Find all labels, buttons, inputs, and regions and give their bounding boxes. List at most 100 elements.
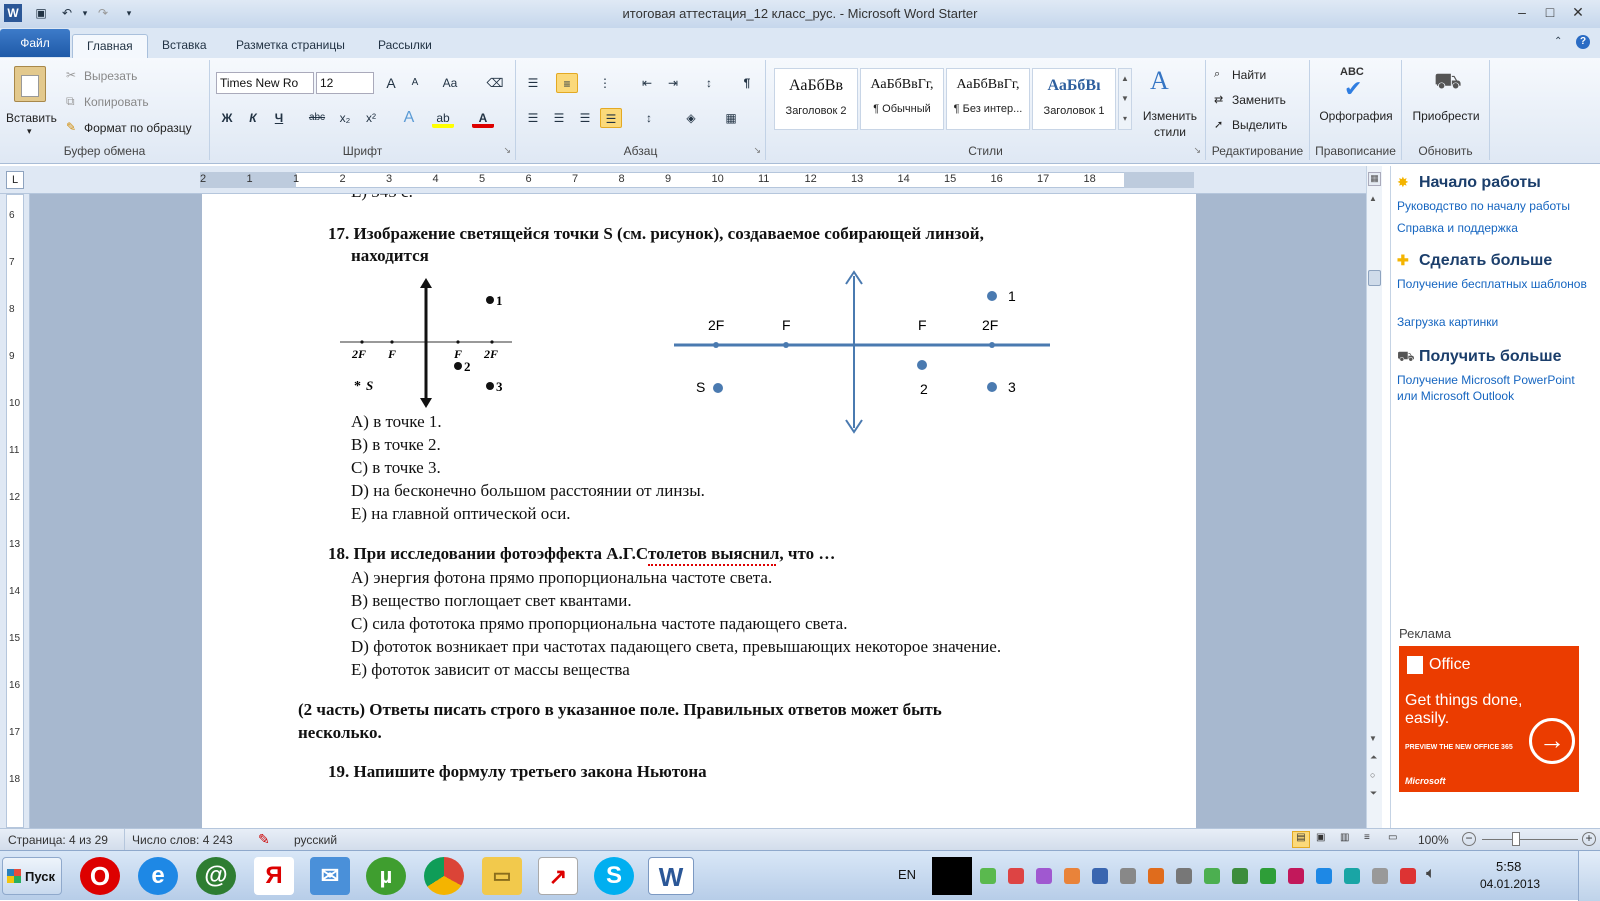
select-icon[interactable]: ➚	[1214, 118, 1223, 131]
bold-button[interactable]: Ж	[216, 108, 238, 128]
change-styles-button[interactable]: Изменить стили	[1138, 108, 1202, 140]
style-heading1[interactable]: АаБбВı Заголовок 1	[1032, 68, 1116, 130]
zoom-level[interactable]: 100%	[1418, 833, 1449, 847]
pane-link-clipart[interactable]: Загрузка картинки	[1397, 314, 1498, 330]
tab-insert[interactable]: Вставка	[148, 34, 221, 58]
increase-indent-icon[interactable]: ⇥	[662, 73, 684, 93]
change-styles-icon[interactable]: A	[1150, 66, 1169, 96]
copy-icon[interactable]: ⧉	[66, 94, 75, 109]
buy-button[interactable]: Приобрести	[1406, 108, 1486, 124]
zoom-slider-track[interactable]	[1482, 839, 1578, 840]
sort-icon[interactable]: ↕	[698, 73, 720, 93]
tab-mailings[interactable]: Рассылки	[364, 34, 446, 58]
language-status[interactable]: русский	[294, 833, 337, 847]
tab-home[interactable]: Главная	[72, 34, 148, 58]
pane-link-templates[interactable]: Получение бесплатных шаблонов	[1397, 276, 1593, 292]
style-normal[interactable]: АаБбВвГг, ¶ Обычный	[860, 68, 944, 130]
clock-time[interactable]: 5:58	[1496, 859, 1521, 874]
borders-icon[interactable]: ▦	[720, 108, 742, 128]
page[interactable]: E) 345 c. 17. Изображение светящейся точ…	[202, 194, 1196, 828]
tab-file[interactable]: Файл	[0, 29, 70, 57]
document-area[interactable]: E) 345 c. 17. Изображение светящейся точ…	[30, 194, 1366, 828]
firefox-tray-icon[interactable]	[1148, 868, 1164, 884]
highlight-button[interactable]: ab	[432, 108, 454, 128]
arrow-right-icon[interactable]: →	[1529, 718, 1575, 764]
vertical-ruler[interactable]: 6 7 8 9 10 11 12 13 14 15 16 17 18	[0, 194, 30, 828]
line-spacing-icon[interactable]: ↕	[638, 108, 660, 128]
alert-tray-icon[interactable]	[1400, 868, 1416, 884]
font-family-select[interactable]: Times New Ro	[216, 72, 314, 94]
utorrent-icon[interactable]: µ	[366, 857, 406, 895]
target-tray-icon[interactable]	[1008, 868, 1024, 884]
pane-link-help[interactable]: Справка и поддержка	[1397, 220, 1518, 236]
spelling-button[interactable]: Орфография	[1316, 108, 1396, 124]
skype-icon[interactable]: S	[594, 857, 634, 895]
language-indicator[interactable]: EN	[898, 867, 916, 882]
device-tray-icon[interactable]	[1372, 868, 1388, 884]
browse-object-icon[interactable]: ○	[1370, 770, 1375, 780]
justify-icon[interactable]: ☰	[600, 108, 622, 128]
decrease-indent-icon[interactable]: ⇤	[636, 73, 658, 93]
superscript-button[interactable]: x²	[360, 108, 382, 128]
zoom-out-icon[interactable]: −	[1462, 832, 1476, 846]
show-desktop-button[interactable]	[1578, 851, 1600, 901]
office-ad-banner[interactable]: Office Get things done, easily. PREVIEW …	[1399, 646, 1579, 792]
show-marks-button[interactable]: ¶	[736, 73, 758, 93]
scroll-up-icon[interactable]: ▲	[1369, 194, 1377, 203]
mail-icon[interactable]: ✉	[310, 857, 350, 895]
style-no-spacing[interactable]: АаБбВвГг, ¶ Без интер...	[946, 68, 1030, 130]
spelling-check-icon[interactable]: ✔	[1344, 76, 1362, 102]
italic-button[interactable]: К	[242, 108, 264, 128]
zoom-slider-thumb[interactable]	[1512, 832, 1520, 846]
text-effects-button[interactable]: A	[398, 108, 420, 128]
color-tray-icon[interactable]	[1064, 868, 1080, 884]
ie-icon[interactable]: e	[138, 857, 178, 895]
paragraph-launcher-icon[interactable]: ↘	[753, 145, 761, 156]
find-button[interactable]: Найти	[1232, 67, 1266, 83]
numbering-icon[interactable]: ≡	[556, 73, 578, 93]
opera-icon[interactable]: O	[80, 857, 120, 895]
font-launcher-icon[interactable]: ↘	[503, 145, 511, 156]
word-icon[interactable]: W	[648, 857, 694, 895]
pane-link-guide[interactable]: Руководство по началу работы	[1397, 198, 1570, 214]
tool-tray-icon[interactable]	[1232, 868, 1248, 884]
strikethrough-button[interactable]: abc	[306, 108, 328, 128]
word-count-status[interactable]: Число слов: 4 243	[132, 833, 233, 847]
vertical-scrollbar[interactable]: ▦ ▲ ▼ ⏶ ○ ⏷	[1366, 166, 1382, 828]
align-center-icon[interactable]: ☰	[548, 108, 570, 128]
format-painter-button[interactable]: Формат по образцу	[84, 120, 192, 136]
minimize-ribbon-icon[interactable]: ⌃	[1554, 36, 1562, 47]
close-button[interactable]: ✕	[1566, 2, 1590, 22]
volume-icon[interactable]: 🔈︎	[1426, 865, 1436, 883]
chart-tray-icon[interactable]	[1036, 868, 1052, 884]
web-layout-icon[interactable]: ▥	[1340, 832, 1349, 843]
change-case-button[interactable]: Aa	[436, 73, 464, 93]
multilevel-list-icon[interactable]: ⋮	[594, 73, 616, 93]
underline-button[interactable]: Ч	[268, 108, 290, 128]
styles-scroll-icon[interactable]: ▲ ▼ ▾	[1118, 68, 1132, 130]
replace-button[interactable]: Заменить	[1232, 92, 1286, 108]
prev-page-icon[interactable]: ⏶	[1370, 752, 1377, 763]
scroll-thumb[interactable]	[1368, 270, 1381, 286]
clock-date[interactable]: 04.01.2013	[1480, 877, 1540, 891]
music-tray-icon[interactable]	[1288, 868, 1304, 884]
pane-link-powerpoint[interactable]: Получение Microsoft PowerPoint или Micro…	[1397, 372, 1593, 404]
chrome-icon[interactable]	[424, 857, 464, 895]
outline-icon[interactable]: ≡	[1364, 832, 1370, 843]
chart-app-icon[interactable]: ↗	[538, 857, 578, 895]
shading-icon[interactable]: ◈	[680, 108, 702, 128]
find-icon[interactable]: ⌕	[1214, 68, 1220, 81]
replace-icon[interactable]: ⇄	[1214, 93, 1223, 106]
draft-icon[interactable]: ▭	[1388, 832, 1397, 843]
flag-tray-icon[interactable]	[1092, 868, 1108, 884]
copy-button[interactable]: Копировать	[84, 94, 149, 110]
bullets-icon[interactable]: ☰	[522, 73, 544, 93]
style-heading2[interactable]: АаБбВв Заголовок 2	[774, 68, 858, 130]
scroll-down-icon[interactable]: ▼	[1369, 734, 1377, 743]
paste-button[interactable]: Вставить	[6, 110, 57, 126]
cart-icon[interactable]: ⛟	[1434, 68, 1462, 97]
next-page-icon[interactable]: ⏷	[1370, 788, 1377, 799]
signal-tray-icon[interactable]	[1120, 868, 1136, 884]
window-tray-icon[interactable]	[1176, 868, 1192, 884]
format-painter-icon[interactable]: ✎	[66, 120, 76, 134]
